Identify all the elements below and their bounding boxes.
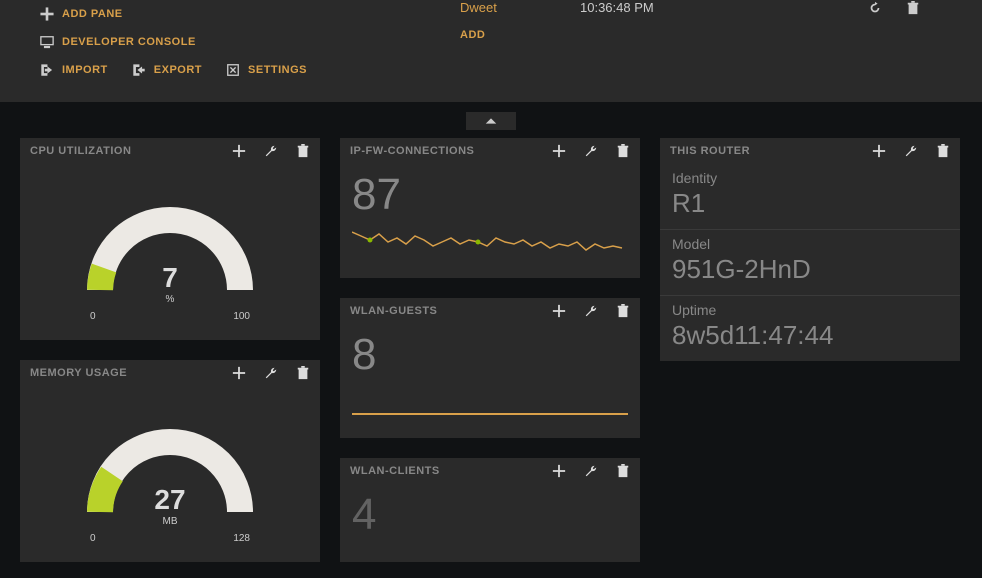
import-label: IMPORT	[62, 64, 108, 76]
export-label: EXPORT	[154, 64, 202, 76]
datasource-row: Dweet 10:36:48 PM	[460, 0, 920, 21]
trash-icon[interactable]	[616, 144, 630, 158]
collapse-button[interactable]	[466, 112, 516, 130]
datasources-panel: Dweet 10:36:48 PM ADD	[460, 0, 920, 41]
memory-unit: MB	[163, 516, 178, 527]
wrench-icon[interactable]	[584, 144, 598, 158]
wrench-icon[interactable]	[264, 366, 278, 380]
router-model-value: 951G-2HnD	[672, 254, 948, 285]
memory-min: 0	[90, 533, 96, 544]
wlan-guests-value: 8	[352, 328, 628, 384]
wlan-clients-value: 4	[352, 488, 628, 544]
cpu-unit: %	[166, 294, 175, 305]
wrench-icon[interactable]	[584, 304, 598, 318]
memory-gauge: 27 MB 0 128	[32, 390, 308, 544]
plus-icon[interactable]	[232, 144, 246, 158]
import-icon	[40, 63, 54, 77]
developer-console-button[interactable]: DEVELOPER CONSOLE	[40, 28, 440, 56]
plus-icon[interactable]	[552, 144, 566, 158]
panel-wlan-clients-title: WLAN-CLIENTS	[350, 465, 552, 477]
panel-ipfw-title: IP-FW-CONNECTIONS	[350, 145, 552, 157]
monitor-icon	[40, 35, 54, 49]
wrench-icon[interactable]	[904, 144, 918, 158]
plus-icon[interactable]	[872, 144, 886, 158]
settings-label: SETTINGS	[248, 64, 307, 76]
panel-memory: MEMORY USAGE 27 MB 0 12	[20, 360, 320, 562]
router-uptime-label: Uptime	[672, 302, 948, 318]
dashboard-grid: CPU UTILIZATION 7 % 0 1	[0, 122, 982, 578]
panel-cpu-title: CPU UTILIZATION	[30, 145, 232, 157]
cpu-min: 0	[90, 311, 96, 322]
panel-wlan-guests-title: WLAN-GUESTS	[350, 305, 552, 317]
plus-icon[interactable]	[232, 366, 246, 380]
trash-icon[interactable]	[616, 304, 630, 318]
add-datasource-button[interactable]: ADD	[460, 21, 920, 41]
trash-icon[interactable]	[936, 144, 950, 158]
cpu-max: 100	[233, 311, 250, 322]
wrench-icon[interactable]	[264, 144, 278, 158]
panel-cpu: CPU UTILIZATION 7 % 0 1	[20, 138, 320, 340]
panel-memory-title: MEMORY USAGE	[30, 367, 232, 379]
panel-wlan-guests: WLAN-GUESTS 8	[340, 298, 640, 438]
router-identity-label: Identity	[672, 170, 948, 186]
panel-wlan-clients: WLAN-CLIENTS 4	[340, 458, 640, 562]
import-button[interactable]: IMPORT	[40, 56, 108, 84]
panel-router-title: THIS ROUTER	[670, 145, 872, 157]
export-button[interactable]: EXPORT	[132, 56, 202, 84]
ipfw-value: 87	[352, 168, 628, 224]
panel-router: THIS ROUTER Identity R1 Model 951G-2HnD	[660, 138, 960, 361]
chevron-up-icon	[484, 116, 498, 126]
trash-icon[interactable]	[296, 144, 310, 158]
wlan-guests-sparkline	[352, 384, 628, 420]
cpu-gauge: 7 % 0 100	[32, 168, 308, 322]
wrench-icon[interactable]	[584, 464, 598, 478]
add-pane-label: ADD PANE	[62, 8, 123, 20]
plus-icon	[40, 7, 54, 21]
cpu-value: 7	[162, 262, 178, 294]
top-config-bar: ADD PANE DEVELOPER CONSOLE IMPORT EXPORT…	[0, 0, 982, 102]
plus-icon[interactable]	[552, 464, 566, 478]
add-pane-button[interactable]: ADD PANE	[40, 0, 440, 28]
panel-ipfw: IP-FW-CONNECTIONS 87	[340, 138, 640, 278]
datasource-time: 10:36:48 PM	[580, 0, 730, 15]
trash-icon[interactable]	[616, 464, 630, 478]
divider	[0, 102, 982, 122]
trash-icon[interactable]	[296, 366, 310, 380]
memory-max: 128	[233, 533, 250, 544]
router-uptime-value: 8w5d11:47:44	[672, 320, 948, 351]
settings-icon	[226, 63, 240, 77]
router-identity-value: R1	[672, 188, 948, 219]
export-icon	[132, 63, 146, 77]
trash-icon[interactable]	[906, 1, 920, 15]
developer-console-label: DEVELOPER CONSOLE	[62, 36, 196, 48]
refresh-icon[interactable]	[868, 1, 882, 15]
datasource-name[interactable]: Dweet	[460, 0, 580, 15]
ipfw-sparkline	[352, 224, 628, 260]
router-model-label: Model	[672, 236, 948, 252]
toolbar-left: ADD PANE DEVELOPER CONSOLE IMPORT EXPORT…	[40, 0, 440, 84]
settings-button[interactable]: SETTINGS	[226, 56, 307, 84]
memory-value: 27	[154, 484, 185, 516]
plus-icon[interactable]	[552, 304, 566, 318]
